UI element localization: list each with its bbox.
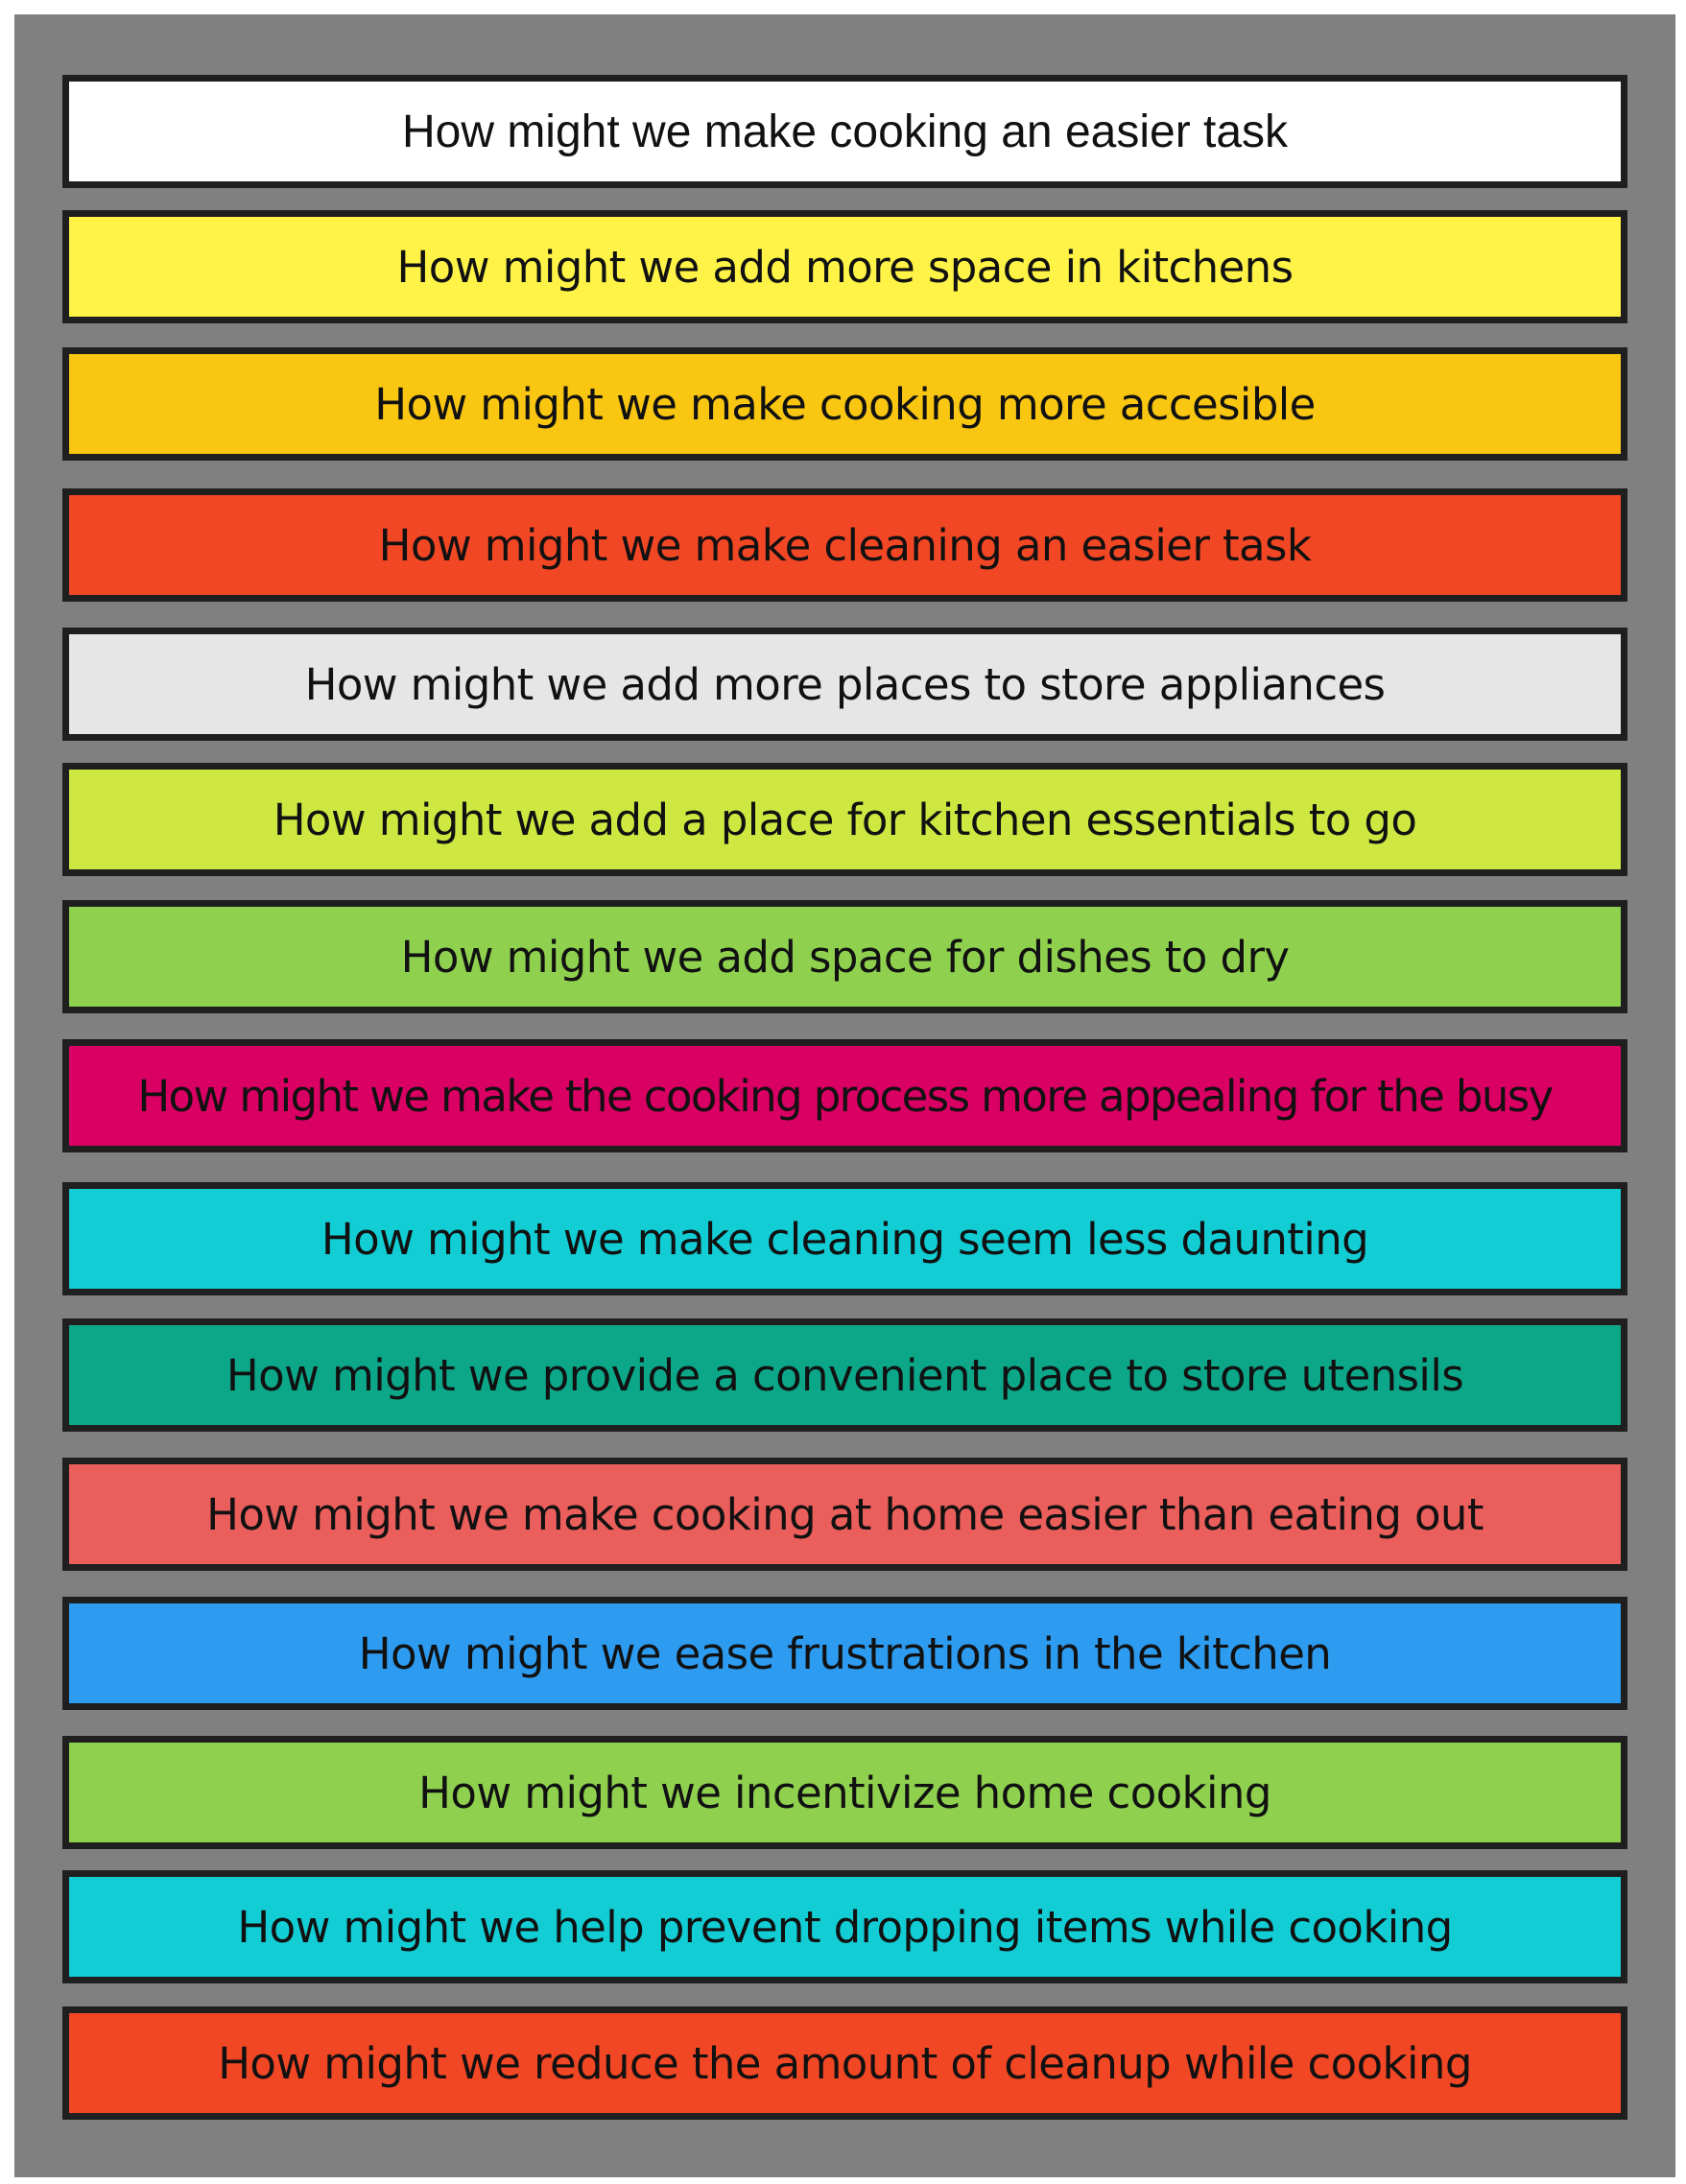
hmw-card[interactable]: How might we make the cooking process mo… xyxy=(62,1039,1627,1152)
hmw-card[interactable]: How might we make cooking an easier task xyxy=(62,75,1627,188)
hmw-card-label: How might we make cleaning seem less dau… xyxy=(321,1213,1369,1265)
hmw-card-label: How might we make cleaning an easier tas… xyxy=(378,519,1312,571)
hmw-card-label: How might we add space for dishes to dry xyxy=(400,931,1290,983)
hmw-card-label: How might we incentivize home cooking xyxy=(418,1767,1271,1818)
hmw-card[interactable]: How might we add more space in kitchens xyxy=(62,210,1627,323)
hmw-card-label: How might we add a place for kitchen ess… xyxy=(273,794,1417,845)
hmw-card-label: How might we make the cooking process mo… xyxy=(137,1070,1554,1122)
hmw-card-label: How might we provide a convenient place … xyxy=(226,1349,1464,1401)
hmw-card-label: How might we ease frustrations in the ki… xyxy=(358,1627,1332,1679)
hmw-card[interactable]: How might we add space for dishes to dry xyxy=(62,900,1627,1013)
hmw-card-label: How might we reduce the amount of cleanu… xyxy=(218,2037,1472,2089)
hmw-card-label: How might we make cooking more accesible xyxy=(374,378,1316,430)
hmw-card[interactable]: How might we make cleaning an easier tas… xyxy=(62,488,1627,602)
hmw-card[interactable]: How might we add a place for kitchen ess… xyxy=(62,763,1627,876)
hmw-card[interactable]: How might we reduce the amount of cleanu… xyxy=(62,2006,1627,2120)
sticky-board: How might we make cooking an easier task… xyxy=(14,14,1675,2177)
hmw-card-label: How might we make cooking at home easier… xyxy=(206,1488,1484,1540)
hmw-card[interactable]: How might we make cooking more accesible xyxy=(62,347,1627,461)
hmw-card[interactable]: How might we ease frustrations in the ki… xyxy=(62,1597,1627,1710)
hmw-card[interactable]: How might we make cleaning seem less dau… xyxy=(62,1182,1627,1295)
hmw-card[interactable]: How might we add more places to store ap… xyxy=(62,628,1627,741)
hmw-card-label: How might we help prevent dropping items… xyxy=(237,1901,1453,1953)
hmw-card-label: How might we make cooking an easier task xyxy=(401,106,1289,157)
hmw-card[interactable]: How might we make cooking at home easier… xyxy=(62,1458,1627,1571)
hmw-card[interactable]: How might we provide a convenient place … xyxy=(62,1318,1627,1432)
hmw-card-label: How might we add more places to store ap… xyxy=(304,658,1386,710)
hmw-card[interactable]: How might we incentivize home cooking xyxy=(62,1736,1627,1849)
hmw-card[interactable]: How might we help prevent dropping items… xyxy=(62,1870,1627,1983)
hmw-card-label: How might we add more space in kitchens xyxy=(396,241,1294,293)
